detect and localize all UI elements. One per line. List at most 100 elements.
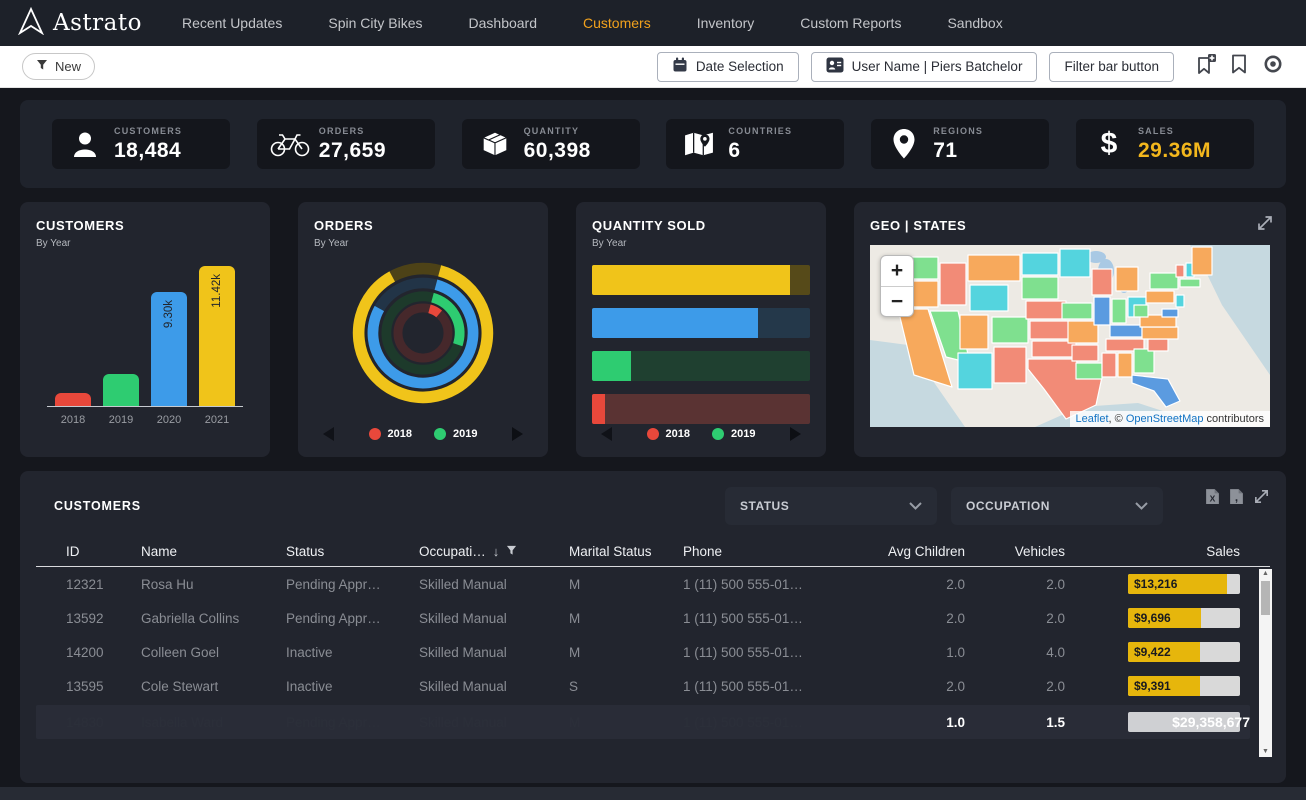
table-scrollbar[interactable]: ▲ ▼ <box>1259 569 1272 757</box>
nav-item-dashboard[interactable]: Dashboard <box>469 15 538 31</box>
date-selection-button[interactable]: Date Selection <box>657 52 799 82</box>
cell-marital_status: M <box>569 645 683 660</box>
scroll-thumb[interactable] <box>1261 581 1270 615</box>
bookmark-add-icon[interactable] <box>1196 54 1216 80</box>
quantity-bar-2018[interactable] <box>592 394 810 424</box>
column-header-status[interactable]: Status <box>286 544 419 559</box>
excel-export-icon[interactable]: X <box>1205 488 1220 510</box>
table-row[interactable]: 13592Gabriella CollinsPending Appr…Skill… <box>36 601 1250 635</box>
quantity-bar-fill-2021 <box>592 265 790 295</box>
kpi-label: CUSTOMERS <box>114 126 182 136</box>
kpi-label: QUANTITY <box>524 126 591 136</box>
eye-icon[interactable] <box>1262 53 1284 80</box>
kpi-value: 18,484 <box>114 139 182 163</box>
column-header-occupati[interactable]: Occupati…↓ <box>419 544 569 559</box>
table-row[interactable]: 13595Cole StewartInactiveSkilled ManualS… <box>36 669 1250 703</box>
ring-2019[interactable] <box>378 288 468 378</box>
kpi-quantity[interactable]: QUANTITY 60,398 <box>462 119 640 169</box>
legend-item-2019[interactable]: 2019 <box>434 428 477 440</box>
zoom-out-button[interactable]: − <box>881 286 913 316</box>
expand-icon[interactable] <box>1256 214 1274 237</box>
bar-2021[interactable]: 11.42k <box>199 266 235 406</box>
legend-label: 2018 <box>666 428 690 440</box>
user-badge-icon <box>826 56 844 77</box>
bar-2019[interactable] <box>103 374 139 406</box>
leaflet-map[interactable]: + − Leaflet, © OpenStreetMap contributor… <box>870 245 1270 427</box>
nav-item-custom-reports[interactable]: Custom Reports <box>800 15 901 31</box>
bar-value-label: 9.30k <box>163 300 175 328</box>
cell-phone: 1 (11) 500 555-01… <box>683 679 861 694</box>
table-header-row: IDNameStatusOccupati…↓Marital StatusPhon… <box>36 537 1270 567</box>
column-header-name[interactable]: Name <box>141 544 286 559</box>
legend-item-2018[interactable]: 2018 <box>647 428 690 440</box>
quantity-bar-2019[interactable] <box>592 351 810 381</box>
cell-marital_status: M <box>569 577 683 592</box>
cell-name: Colleen Goel <box>141 645 286 660</box>
cell-avg_children: 1.0 <box>861 645 975 660</box>
cell-status: Pending Appr… <box>286 611 419 626</box>
column-header-sales[interactable]: Sales <box>1075 544 1250 559</box>
table-row[interactable]: 14200Colleen GoelInactiveSkilled ManualM… <box>36 635 1250 669</box>
nav-item-sandbox[interactable]: Sandbox <box>947 15 1002 31</box>
legend-prev-button[interactable] <box>601 427 612 441</box>
orders-donut-chart[interactable] <box>347 257 499 409</box>
kpi-countries[interactable]: COUNTRIES 6 <box>666 119 844 169</box>
cell-sales: $9,696 <box>1075 608 1250 628</box>
filter-bar-button[interactable]: Filter bar button <box>1049 52 1174 82</box>
svg-text:,: , <box>1235 491 1238 504</box>
legend-dot <box>712 428 724 440</box>
geo-title: GEO | STATES <box>870 218 1270 233</box>
quantity-bar-2020[interactable] <box>592 308 810 338</box>
column-header-avg-children[interactable]: Avg Children <box>861 544 975 559</box>
brand-logo[interactable]: Astrato <box>18 7 142 40</box>
kpi-regions[interactable]: REGIONS 71 <box>871 119 1049 169</box>
user-button[interactable]: User Name | Piers Batchelor <box>811 52 1038 82</box>
csv-export-icon[interactable]: , <box>1229 488 1244 510</box>
bookmark-icon[interactable] <box>1231 54 1247 79</box>
occupation-filter-dropdown[interactable]: OCCUPATION <box>951 487 1163 525</box>
column-filter-icon[interactable] <box>506 544 517 559</box>
new-filter-button[interactable]: New <box>22 53 95 80</box>
chart-title: ORDERS <box>314 218 532 233</box>
kpi-label: ORDERS <box>319 126 386 136</box>
nav-item-spin-city-bikes[interactable]: Spin City Bikes <box>328 15 422 31</box>
column-header-phone[interactable]: Phone <box>683 544 861 559</box>
sort-descending-icon[interactable]: ↓ <box>493 544 500 559</box>
main-nav: Recent Updates Spin City Bikes Dashboard Cu… <box>182 15 1003 31</box>
legend-dot <box>647 428 659 440</box>
kpi-sales[interactable]: $ SALES 29.36M <box>1076 119 1254 169</box>
expand-icon[interactable] <box>1253 488 1270 510</box>
nav-item-recent-updates[interactable]: Recent Updates <box>182 15 282 31</box>
cell-vehicles: 2.0 <box>975 679 1075 694</box>
column-header-marital-status[interactable]: Marital Status <box>569 544 683 559</box>
zoom-in-button[interactable]: + <box>881 256 913 286</box>
bar-2018[interactable] <box>55 393 91 406</box>
legend-next-button[interactable] <box>790 427 801 441</box>
cell-id: 13595 <box>36 679 141 694</box>
sales-data-bar: $9,422 <box>1128 642 1240 662</box>
scroll-down-arrow[interactable]: ▼ <box>1262 747 1269 757</box>
status-filter-dropdown[interactable]: STATUS <box>725 487 937 525</box>
legend-prev-button[interactable] <box>323 427 334 441</box>
filter-bar-label: Filter bar button <box>1064 59 1159 74</box>
table-row[interactable]: 12321Rosa HuPending Appr…Skilled ManualM… <box>36 567 1250 601</box>
scroll-up-arrow[interactable]: ▲ <box>1262 569 1269 579</box>
bar-2020[interactable]: 9.30k <box>151 292 187 406</box>
bicycle-icon <box>261 131 319 157</box>
osm-link[interactable]: OpenStreetMap <box>1126 413 1204 425</box>
leaflet-link[interactable]: Leaflet <box>1076 413 1109 425</box>
quantity-bar-2021[interactable] <box>592 265 810 295</box>
legend-item-2018[interactable]: 2018 <box>369 428 412 440</box>
legend-item-2019[interactable]: 2019 <box>712 428 755 440</box>
legend-dot <box>369 428 381 440</box>
legend-next-button[interactable] <box>512 427 523 441</box>
person-icon <box>56 129 114 159</box>
kpi-orders[interactable]: ORDERS 27,659 <box>257 119 435 169</box>
nav-item-customers[interactable]: Customers <box>583 15 651 31</box>
nav-item-inventory[interactable]: Inventory <box>697 15 755 31</box>
cell-status: Inactive <box>286 645 419 660</box>
kpi-value: 27,659 <box>319 139 386 163</box>
kpi-customers[interactable]: CUSTOMERS 18,484 <box>52 119 230 169</box>
column-header-vehicles[interactable]: Vehicles <box>975 544 1075 559</box>
column-header-id[interactable]: ID <box>36 544 141 559</box>
